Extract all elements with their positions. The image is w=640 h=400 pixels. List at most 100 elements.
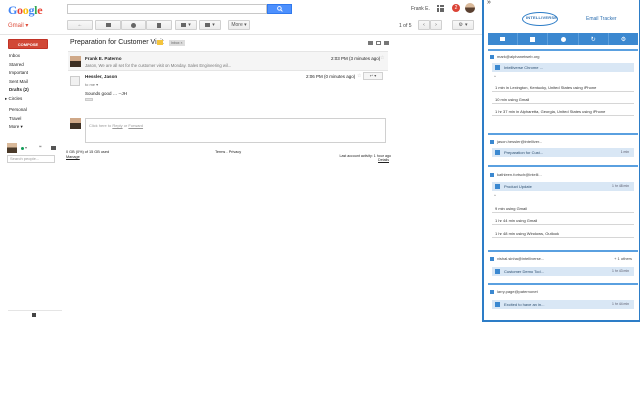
tracked-recipient[interactable]: jason.hessler@intelliver... xyxy=(490,138,636,146)
tracked-recipient[interactable]: vishal.sinha@intelliverse... + 1 others xyxy=(490,255,636,263)
message-time: 2:03 PM (3 minutes ago) xyxy=(331,56,381,61)
more-button[interactable]: More ▾ xyxy=(228,20,250,30)
chevron-right-icon: › xyxy=(435,22,437,28)
reply-button[interactable]: ↩ ▾ xyxy=(363,72,383,80)
move-to-button[interactable]: ▾ xyxy=(175,20,197,30)
gmail-menu[interactable]: Gmail ▾ xyxy=(8,22,28,29)
envelope-icon xyxy=(495,150,500,155)
new-window-icon[interactable] xyxy=(376,41,381,45)
tracked-email-row[interactable]: Product Update 1 hr 48 min xyxy=(492,182,634,191)
refresh-icon: ↻ xyxy=(590,36,596,43)
recipient-email: larry.page@paternonet xyxy=(497,289,538,294)
star-icon[interactable]: ☆ xyxy=(380,55,384,61)
message-time: 2:06 PM (0 minutes ago) xyxy=(306,74,356,79)
nav-item-personal[interactable]: Personal xyxy=(0,106,62,115)
inbox-label-chip[interactable]: Inbox × xyxy=(169,40,185,46)
reply-box[interactable]: Click here to Reply or Forward xyxy=(85,118,386,143)
tracked-subject: Product Update xyxy=(504,184,532,189)
time-ago: 1 min xyxy=(620,150,629,154)
account-name[interactable]: Frank E. xyxy=(411,6,430,12)
thread-subject: Preparation for Customer Visit xyxy=(70,39,164,46)
nav-item-sent[interactable]: Sent Mail xyxy=(0,78,62,87)
delete-button[interactable] xyxy=(146,20,172,30)
next-page-button[interactable]: › xyxy=(430,20,442,30)
settings-tab[interactable]: ⚙ xyxy=(609,33,638,45)
envelope-icon xyxy=(500,37,506,41)
card-separator xyxy=(488,133,638,135)
reports-tab[interactable] xyxy=(518,33,549,45)
tracked-recipient[interactable]: larry.page@paternonet xyxy=(490,288,636,296)
tracked-email-row[interactable]: Intelliverse Chrome ... xyxy=(492,63,634,72)
folder-icon xyxy=(181,23,187,27)
reply-link[interactable]: Reply xyxy=(112,123,122,128)
archive-button[interactable] xyxy=(95,20,121,30)
tracked-email-row[interactable]: Excited to have an in... 1 hr 44 min xyxy=(492,300,634,309)
compose-button[interactable]: COMPOSE xyxy=(8,39,48,49)
hangouts-icon[interactable] xyxy=(32,313,36,317)
settings-button[interactable]: ⚙ ▾ xyxy=(452,20,474,30)
nav-item-circles[interactable]: ▸ Circles xyxy=(0,95,62,104)
labels-button[interactable]: ▾ xyxy=(199,20,221,30)
tracked-subject: Excited to have an in... xyxy=(504,302,545,307)
nav-item-starred[interactable]: Starred xyxy=(0,61,62,70)
back-arrow-icon: ← xyxy=(77,22,83,28)
importance-marker-icon[interactable] xyxy=(157,40,163,45)
manage-storage-link[interactable]: Manage xyxy=(66,155,80,159)
chevron-down-icon: ▾ xyxy=(212,22,215,28)
quote-icon[interactable]: ❝ xyxy=(39,145,42,151)
tracked-email-row[interactable]: Preparation for Cust... 1 min xyxy=(492,148,634,157)
other-recipients[interactable]: + 1 others xyxy=(614,255,632,263)
tracked-email-row[interactable]: Customer Demo Tod... 1 hr 43 min xyxy=(492,267,634,276)
search-input[interactable] xyxy=(67,4,267,14)
nav-item-inbox[interactable]: Inbox xyxy=(0,52,62,61)
show-trimmed-content[interactable] xyxy=(85,98,93,101)
report-spam-button[interactable] xyxy=(121,20,146,30)
chevron-down-icon[interactable]: ▾ xyxy=(25,145,27,150)
hangouts-avatar[interactable] xyxy=(7,143,17,153)
circles-label: Circles xyxy=(8,95,23,101)
open-event: 1 min in Lexington, Kentucky, United Sta… xyxy=(492,84,634,92)
video-call-icon[interactable] xyxy=(51,146,56,150)
time-ago: 1 hr 48 min xyxy=(612,184,629,188)
envelope-icon xyxy=(495,302,500,307)
details-link[interactable]: Details xyxy=(378,158,389,162)
tracked-subject: Customer Demo Tod... xyxy=(504,269,544,274)
help-tab[interactable] xyxy=(548,33,579,45)
expand-all-icon[interactable] xyxy=(384,41,389,45)
tracked-emails-tab[interactable] xyxy=(488,33,519,45)
nav-item-drafts[interactable]: Drafts (2) xyxy=(0,86,62,95)
nav-item-more[interactable]: More ▾ xyxy=(0,123,62,132)
terms-privacy-link[interactable]: Terms - Privacy xyxy=(215,150,241,154)
forward-link[interactable]: Forward xyxy=(128,123,143,128)
account-avatar[interactable] xyxy=(465,3,475,13)
open-event: 10 min using Gmail xyxy=(492,96,634,104)
recipient-icon xyxy=(490,54,494,59)
tracked-recipient[interactable]: kathleen.fortsch@intelli... xyxy=(490,171,636,179)
search-button[interactable] xyxy=(267,4,292,14)
user-avatar xyxy=(70,118,81,129)
archive-icon xyxy=(105,23,111,27)
collapse-details-icon[interactable]: ^ xyxy=(494,193,496,198)
tracked-subject: Preparation for Cust... xyxy=(504,150,544,155)
google-logo[interactable]: Google xyxy=(8,3,43,18)
collapse-details-icon[interactable]: ^ xyxy=(494,74,496,79)
nav-item-travel[interactable]: Travel xyxy=(0,115,62,124)
apps-grid-icon[interactable] xyxy=(437,5,444,12)
tracked-recipient[interactable]: mark@alphanetweb.org xyxy=(490,53,636,61)
envelope-icon xyxy=(495,269,500,274)
print-icon[interactable] xyxy=(368,41,373,45)
reply-prompt: Click here to xyxy=(89,123,113,128)
chevron-left-icon: ‹ xyxy=(423,22,425,28)
back-button[interactable]: ← xyxy=(67,20,93,30)
message-body: Sounds good … --JH xyxy=(85,91,128,96)
people-search-input[interactable]: Search people... xyxy=(7,155,55,163)
refresh-tab[interactable]: ↻ xyxy=(579,33,609,45)
message-collapsed[interactable]: Frank E. Paterno Jason, We are all set f… xyxy=(68,51,388,71)
prev-page-button[interactable]: ‹ xyxy=(418,20,430,30)
collapse-panel-icon[interactable]: » xyxy=(487,0,491,6)
star-icon[interactable]: ☆ xyxy=(357,73,361,79)
nav-item-important[interactable]: Important xyxy=(0,69,62,78)
notification-badge[interactable]: 2 xyxy=(452,4,460,12)
reply-arrow-icon: ↩ ▾ xyxy=(369,73,377,78)
recipient-details[interactable]: to me ▾ xyxy=(85,82,98,87)
